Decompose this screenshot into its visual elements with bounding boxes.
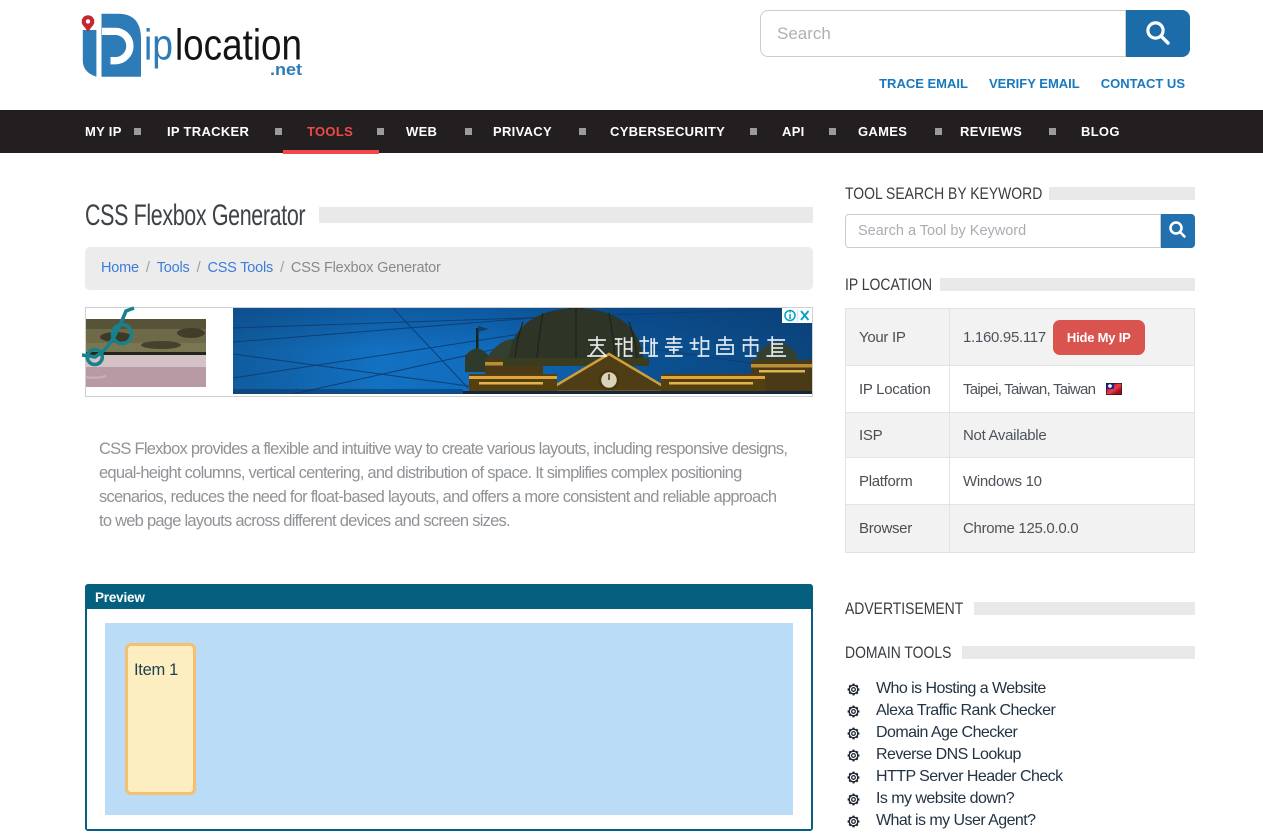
svg-text:.net: .net [270,60,302,79]
svg-text:ip: ip [144,20,173,69]
